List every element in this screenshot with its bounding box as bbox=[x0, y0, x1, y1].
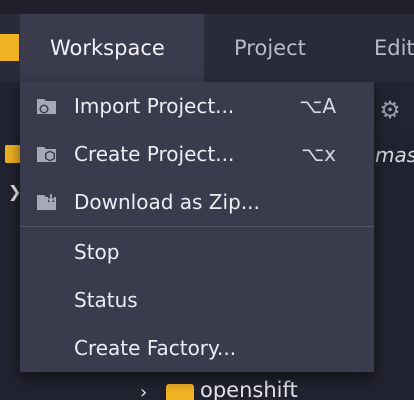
folder-icon bbox=[5, 145, 21, 163]
menu-item-label: Create Factory... bbox=[74, 336, 237, 360]
shortcut-label: ⌥A bbox=[299, 94, 336, 118]
menu-item-label: Download as Zip... bbox=[74, 190, 260, 214]
menu-item-stop[interactable]: Stop bbox=[20, 228, 374, 276]
menu-divider bbox=[20, 226, 374, 227]
create-project-icon bbox=[36, 144, 58, 164]
import-project-icon bbox=[36, 96, 58, 116]
folder-icon bbox=[166, 384, 194, 400]
menu-tab-workspace[interactable]: Workspace bbox=[20, 14, 204, 82]
menu-tab-edit[interactable]: Edit bbox=[374, 14, 414, 82]
menu-item-label: Stop bbox=[74, 240, 120, 264]
menu-item-label: Import Project... bbox=[74, 94, 235, 118]
window-top-strip bbox=[0, 0, 414, 14]
project-name-peek: mas bbox=[375, 143, 414, 167]
menu-item-download-zip[interactable]: Download as Zip... bbox=[20, 178, 374, 226]
download-zip-icon bbox=[36, 192, 58, 212]
tree-folder-label[interactable]: openshift bbox=[200, 378, 298, 400]
menu-item-create-factory[interactable]: Create Factory... bbox=[20, 324, 374, 372]
menu-item-status[interactable]: Status bbox=[20, 276, 374, 324]
chevron-right-icon[interactable]: › bbox=[140, 382, 147, 400]
gear-icon[interactable]: ⚙ bbox=[376, 96, 404, 124]
shortcut-label: ⌥x bbox=[301, 142, 336, 166]
workspace-menu: Import Project... ⌥A Create Project... ⌥… bbox=[20, 82, 374, 372]
menu-item-import-project[interactable]: Import Project... ⌥A bbox=[20, 82, 374, 130]
menu-item-create-project[interactable]: Create Project... ⌥x bbox=[20, 130, 374, 178]
left-accent-tab[interactable] bbox=[0, 34, 19, 61]
menu-tab-project[interactable]: Project bbox=[234, 14, 306, 82]
menu-item-label: Status bbox=[74, 288, 138, 312]
menu-item-label: Create Project... bbox=[74, 142, 235, 166]
